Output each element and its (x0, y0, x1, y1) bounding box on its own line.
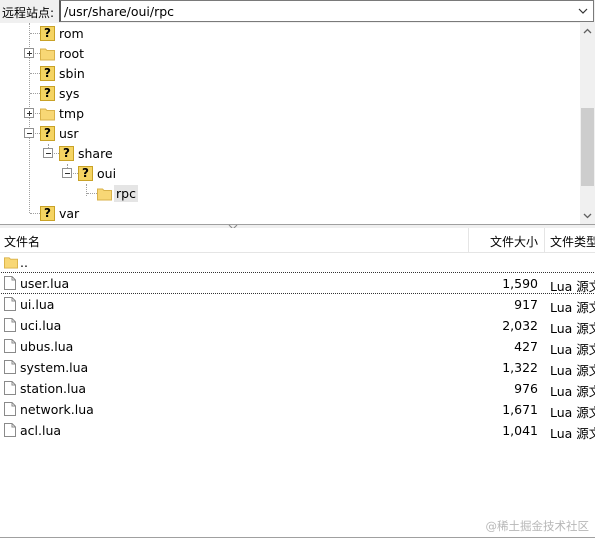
list-item[interactable]: station.lua 976 Lua 源文件 (0, 378, 595, 399)
tree-node-label[interactable]: root (57, 45, 86, 62)
folder-icon (40, 108, 55, 121)
list-item[interactable]: acl.lua 1,041 Lua 源文件 (0, 420, 595, 441)
divider (0, 537, 595, 538)
file-type: Lua 源文件 (550, 300, 595, 315)
file-name[interactable]: acl.lua (20, 423, 61, 438)
file-size: 1,322 (502, 360, 538, 375)
unknown-folder-icon: ? (40, 126, 55, 141)
file-icon (4, 297, 16, 311)
tree-scrollbar[interactable] (580, 23, 595, 224)
remote-directory-tree[interactable]: ? rom root ? sbin ? sys tmp ? usr ? shar… (0, 23, 595, 224)
file-type: Lua 源文件 (550, 384, 595, 399)
column-divider[interactable] (468, 228, 469, 252)
file-icon (4, 402, 16, 416)
column-header-name[interactable]: 文件名 (4, 233, 40, 250)
file-type: Lua 源文件 (550, 342, 595, 357)
tree-node-oui[interactable]: ? oui (0, 163, 580, 183)
file-icon (4, 339, 16, 353)
tree-node-label[interactable]: var (57, 205, 81, 222)
remote-path-value[interactable]: /usr/share/oui/rpc (64, 4, 174, 19)
file-icon (4, 318, 16, 332)
file-name[interactable]: .. (20, 255, 28, 270)
file-name[interactable]: network.lua (20, 402, 94, 417)
remote-site-label: 远程站点: (2, 6, 55, 20)
expand-icon[interactable] (24, 48, 34, 58)
tree-node-root[interactable]: root (0, 43, 580, 63)
folder-icon (40, 48, 55, 61)
tree-node-sbin[interactable]: ? sbin (0, 63, 580, 83)
tree-node-label[interactable]: sys (57, 85, 81, 102)
file-list-header: 文件名 文件大小 文件类型 (0, 228, 595, 253)
tree-node-rpc[interactable]: rpc (0, 183, 580, 203)
unknown-folder-icon: ? (78, 166, 93, 181)
tree-node-label[interactable]: rpc (114, 185, 138, 202)
file-size: 1,671 (502, 402, 538, 417)
column-header-size[interactable]: 文件大小 (490, 233, 538, 250)
list-item-parent[interactable]: .. (0, 252, 595, 273)
folder-icon (4, 257, 18, 269)
collapse-icon[interactable] (62, 168, 72, 178)
file-icon (4, 276, 16, 290)
remote-path-combobox[interactable]: /usr/share/oui/rpc (59, 0, 594, 22)
tree-node-label[interactable]: tmp (57, 105, 86, 122)
unknown-folder-icon: ? (40, 86, 55, 101)
file-list[interactable]: .. user.lua 1,590 Lua 源文件 ui.lua 917 Lua… (0, 252, 595, 540)
file-type: Lua 源文件 (550, 363, 595, 378)
unknown-folder-icon: ? (40, 206, 55, 221)
list-item[interactable]: uci.lua 2,032 Lua 源文件 (0, 315, 595, 336)
tree-node-label[interactable]: usr (57, 125, 81, 142)
column-divider[interactable] (544, 228, 545, 252)
file-type: Lua 源文件 (550, 279, 595, 294)
tree-node-label[interactable]: share (76, 145, 115, 162)
expand-icon[interactable] (24, 108, 34, 118)
file-size: 976 (514, 381, 538, 396)
tree-node-usr[interactable]: ? usr (0, 123, 580, 143)
list-item[interactable]: network.lua 1,671 Lua 源文件 (0, 399, 595, 420)
tree-node-share[interactable]: ? share (0, 143, 580, 163)
collapse-icon[interactable] (24, 128, 34, 138)
file-name[interactable]: uci.lua (20, 318, 61, 333)
file-name[interactable]: system.lua (20, 360, 88, 375)
list-item[interactable]: ubus.lua 427 Lua 源文件 (0, 336, 595, 357)
file-icon (4, 381, 16, 395)
file-size: 427 (514, 339, 538, 354)
list-item[interactable]: system.lua 1,322 Lua 源文件 (0, 357, 595, 378)
unknown-folder-icon: ? (40, 66, 55, 81)
list-item[interactable]: ui.lua 917 Lua 源文件 (0, 294, 595, 315)
collapse-icon[interactable] (43, 148, 53, 158)
file-name[interactable]: user.lua (20, 276, 69, 291)
file-size: 917 (514, 297, 538, 312)
scroll-up-icon[interactable] (580, 24, 595, 39)
file-type: Lua 源文件 (550, 321, 595, 336)
file-name[interactable]: ubus.lua (20, 339, 73, 354)
tree-node-label[interactable]: rom (57, 25, 86, 42)
tree-node-tmp[interactable]: tmp (0, 103, 580, 123)
file-name[interactable]: station.lua (20, 381, 86, 396)
unknown-folder-icon: ? (40, 26, 55, 41)
file-name[interactable]: ui.lua (20, 297, 54, 312)
file-size: 1,041 (502, 423, 538, 438)
tree-node-label[interactable]: sbin (57, 65, 87, 82)
list-item[interactable]: user.lua 1,590 Lua 源文件 (0, 272, 595, 294)
unknown-folder-icon: ? (59, 146, 74, 161)
file-icon (4, 360, 16, 374)
file-type: Lua 源文件 (550, 426, 595, 441)
chevron-down-icon[interactable] (577, 5, 589, 17)
tree-node-label[interactable]: oui (95, 165, 118, 182)
file-icon (4, 423, 16, 437)
tree-node-var[interactable]: ? var (0, 203, 580, 223)
file-size: 2,032 (502, 318, 538, 333)
remote-site-bar: 远程站点: /usr/share/oui/rpc (0, 0, 595, 23)
tree-node-rom[interactable]: ? rom (0, 23, 580, 43)
file-size: 1,590 (502, 276, 538, 291)
scroll-thumb[interactable] (581, 108, 594, 186)
folder-icon (97, 188, 112, 201)
column-header-type[interactable]: 文件类型 (550, 233, 595, 250)
watermark: @稀土掘金技术社区 (485, 519, 590, 533)
scroll-down-icon[interactable] (580, 208, 595, 223)
tree-node-sys[interactable]: ? sys (0, 83, 580, 103)
file-type: Lua 源文件 (550, 405, 595, 420)
